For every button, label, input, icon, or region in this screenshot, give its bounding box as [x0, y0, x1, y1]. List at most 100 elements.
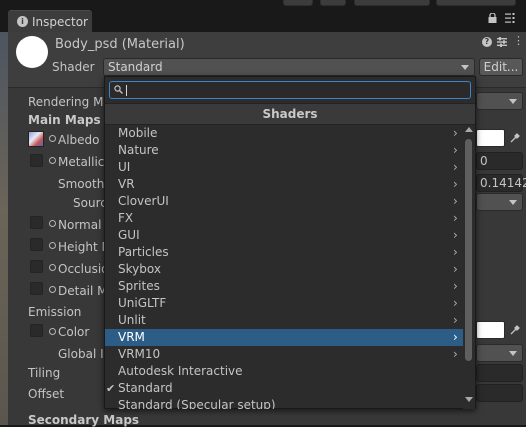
- shader-label: Shader: [52, 60, 95, 74]
- shader-list: Mobile › Nature › UI › VR › CloverUI › FX › GUI › Part…: [105, 125, 463, 409]
- shader-menu-item[interactable]: Standard (Specular setup): [105, 397, 463, 409]
- occlusion-map-slot[interactable]: [30, 260, 43, 273]
- smoothness-value: 0.14142: [480, 176, 526, 190]
- shader-menu-item[interactable]: Nature ›: [105, 142, 463, 159]
- shader-menu-item[interactable]: VRM ›: [105, 329, 463, 346]
- tiling-label: Tiling: [28, 366, 61, 380]
- panel-menu-icon[interactable]: [505, 13, 515, 23]
- emission-map-slot[interactable]: [30, 324, 43, 337]
- text-caret: [126, 85, 127, 96]
- shader-menu-item[interactable]: GUI ›: [105, 227, 463, 244]
- shader-menu-item-label: Standard: [118, 381, 173, 395]
- layout-dropdown[interactable]: [436, 0, 516, 6]
- toolbar-button[interactable]: [283, 0, 313, 6]
- metallic-value-field[interactable]: 0: [476, 152, 523, 170]
- shader-menu-item[interactable]: Sprites ›: [105, 278, 463, 295]
- lock-icon[interactable]: [488, 13, 497, 23]
- chevron-down-icon: [509, 99, 517, 104]
- search-icon: [114, 85, 123, 94]
- chevron-right-icon: ›: [453, 194, 458, 208]
- chevron-right-icon: ›: [453, 330, 458, 344]
- shader-menu-item[interactable]: Unlit ›: [105, 312, 463, 329]
- chevron-right-icon: ›: [453, 296, 458, 310]
- shader-menu-item-label: CloverUI: [118, 194, 169, 208]
- detail-mask-slot[interactable]: [30, 282, 43, 295]
- shader-menu-item-label: VR: [118, 177, 135, 191]
- shader-menu-item[interactable]: UI ›: [105, 159, 463, 176]
- occlusion-label: Occlusio: [58, 262, 109, 276]
- scrollbar-thumb[interactable]: [465, 139, 472, 361]
- emission-label: Emission: [28, 305, 82, 319]
- scene-view-edge: [0, 32, 8, 425]
- shader-menu-item[interactable]: CloverUI ›: [105, 193, 463, 210]
- shader-search-input[interactable]: [109, 81, 471, 99]
- edit-shader-button[interactable]: Edit...: [479, 58, 523, 76]
- height-map-picker-icon[interactable]: [49, 242, 56, 249]
- checkmark-icon: ✔: [106, 382, 116, 395]
- layers-dropdown[interactable]: [354, 0, 430, 6]
- metallic-texture-picker-icon[interactable]: [49, 157, 56, 164]
- shader-menu-item-label: Particles: [118, 245, 169, 259]
- shader-menu-item-label: UniGLTF: [118, 296, 167, 310]
- occlusion-map-picker-icon[interactable]: [49, 264, 56, 271]
- chevron-right-icon: ›: [453, 262, 458, 276]
- shader-menu-item[interactable]: ✔ Standard: [105, 380, 463, 397]
- chevron-right-icon: ›: [453, 313, 458, 327]
- albedo-color-swatch[interactable]: [476, 129, 505, 147]
- presets-icon[interactable]: [497, 37, 507, 47]
- scroll-up-arrow-icon[interactable]: [465, 127, 473, 132]
- albedo-texture-thumbnail[interactable]: [28, 131, 44, 147]
- detail-mask-picker-icon[interactable]: [49, 286, 56, 293]
- more-options-icon[interactable]: ⋮: [513, 35, 524, 46]
- chevron-down-icon: [509, 351, 517, 356]
- normal-map-picker-icon[interactable]: [49, 220, 56, 227]
- shader-menu-item-label: FX: [118, 211, 134, 225]
- height-map-slot[interactable]: [30, 238, 43, 251]
- albedo-texture-picker-icon[interactable]: [49, 135, 56, 142]
- shader-menu-item[interactable]: Autodesk Interactive: [105, 363, 463, 380]
- shader-dropdown[interactable]: Standard: [103, 58, 475, 76]
- tab-inspector-label: Inspector: [32, 15, 88, 29]
- rendering-mode-label: Rendering Mo: [28, 95, 111, 109]
- eyedropper-icon[interactable]: [510, 325, 520, 335]
- shader-list-scrollbar[interactable]: [463, 125, 475, 409]
- source-dropdown[interactable]: [476, 193, 523, 211]
- rendering-mode-dropdown[interactable]: [476, 92, 523, 110]
- shader-menu-item-label: GUI: [118, 228, 140, 242]
- help-icon[interactable]: ?: [482, 37, 492, 47]
- albedo-label: Albedo: [58, 133, 100, 147]
- emission-map-picker-icon[interactable]: [49, 328, 56, 335]
- shader-menu-item[interactable]: Mobile ›: [105, 125, 463, 142]
- scroll-down-arrow-icon[interactable]: [465, 397, 473, 402]
- metallic-map-slot[interactable]: [30, 154, 43, 167]
- chevron-right-icon: ›: [453, 143, 458, 157]
- chevron-right-icon: ›: [453, 228, 458, 242]
- shader-menu-item-label: Sprites: [118, 279, 160, 293]
- metallic-value: 0: [480, 154, 488, 168]
- normal-map-slot[interactable]: [30, 216, 43, 229]
- shader-menu-item[interactable]: FX ›: [105, 210, 463, 227]
- smoothness-value-field[interactable]: 0.14142: [476, 174, 526, 192]
- toolbar-button[interactable]: [320, 0, 346, 6]
- chevron-right-icon: ›: [453, 126, 458, 140]
- shader-menu-item[interactable]: UniGLTF ›: [105, 295, 463, 312]
- shader-menu-item[interactable]: VR ›: [105, 176, 463, 193]
- shader-menu-item[interactable]: Particles ›: [105, 244, 463, 261]
- eyedropper-icon[interactable]: [510, 133, 520, 143]
- offset-field[interactable]: [476, 384, 523, 402]
- global-illumination-dropdown[interactable]: [476, 344, 523, 362]
- tab-inspector[interactable]: i Inspector: [8, 10, 92, 32]
- tiling-field[interactable]: [476, 364, 523, 382]
- material-title: Body_psd (Material): [55, 37, 185, 52]
- shader-menu-item-label: Skybox: [118, 262, 161, 276]
- shader-menu-item-label: UI: [118, 160, 131, 174]
- shader-dropdown-menu: Shaders Mobile › Nature › UI › VR › CloverUI › FX ›…: [104, 76, 476, 409]
- detail-mask-label: Detail M: [58, 284, 108, 298]
- shader-dropdown-value: Standard: [108, 60, 163, 74]
- material-preview-icon: [16, 36, 48, 68]
- shader-menu-item[interactable]: VRM10 ›: [105, 346, 463, 363]
- emission-color-swatch[interactable]: [476, 321, 505, 339]
- shader-menu-item-label: Mobile: [118, 126, 158, 140]
- global-illumination-label: Global Il: [58, 347, 107, 361]
- shader-menu-item[interactable]: Skybox ›: [105, 261, 463, 278]
